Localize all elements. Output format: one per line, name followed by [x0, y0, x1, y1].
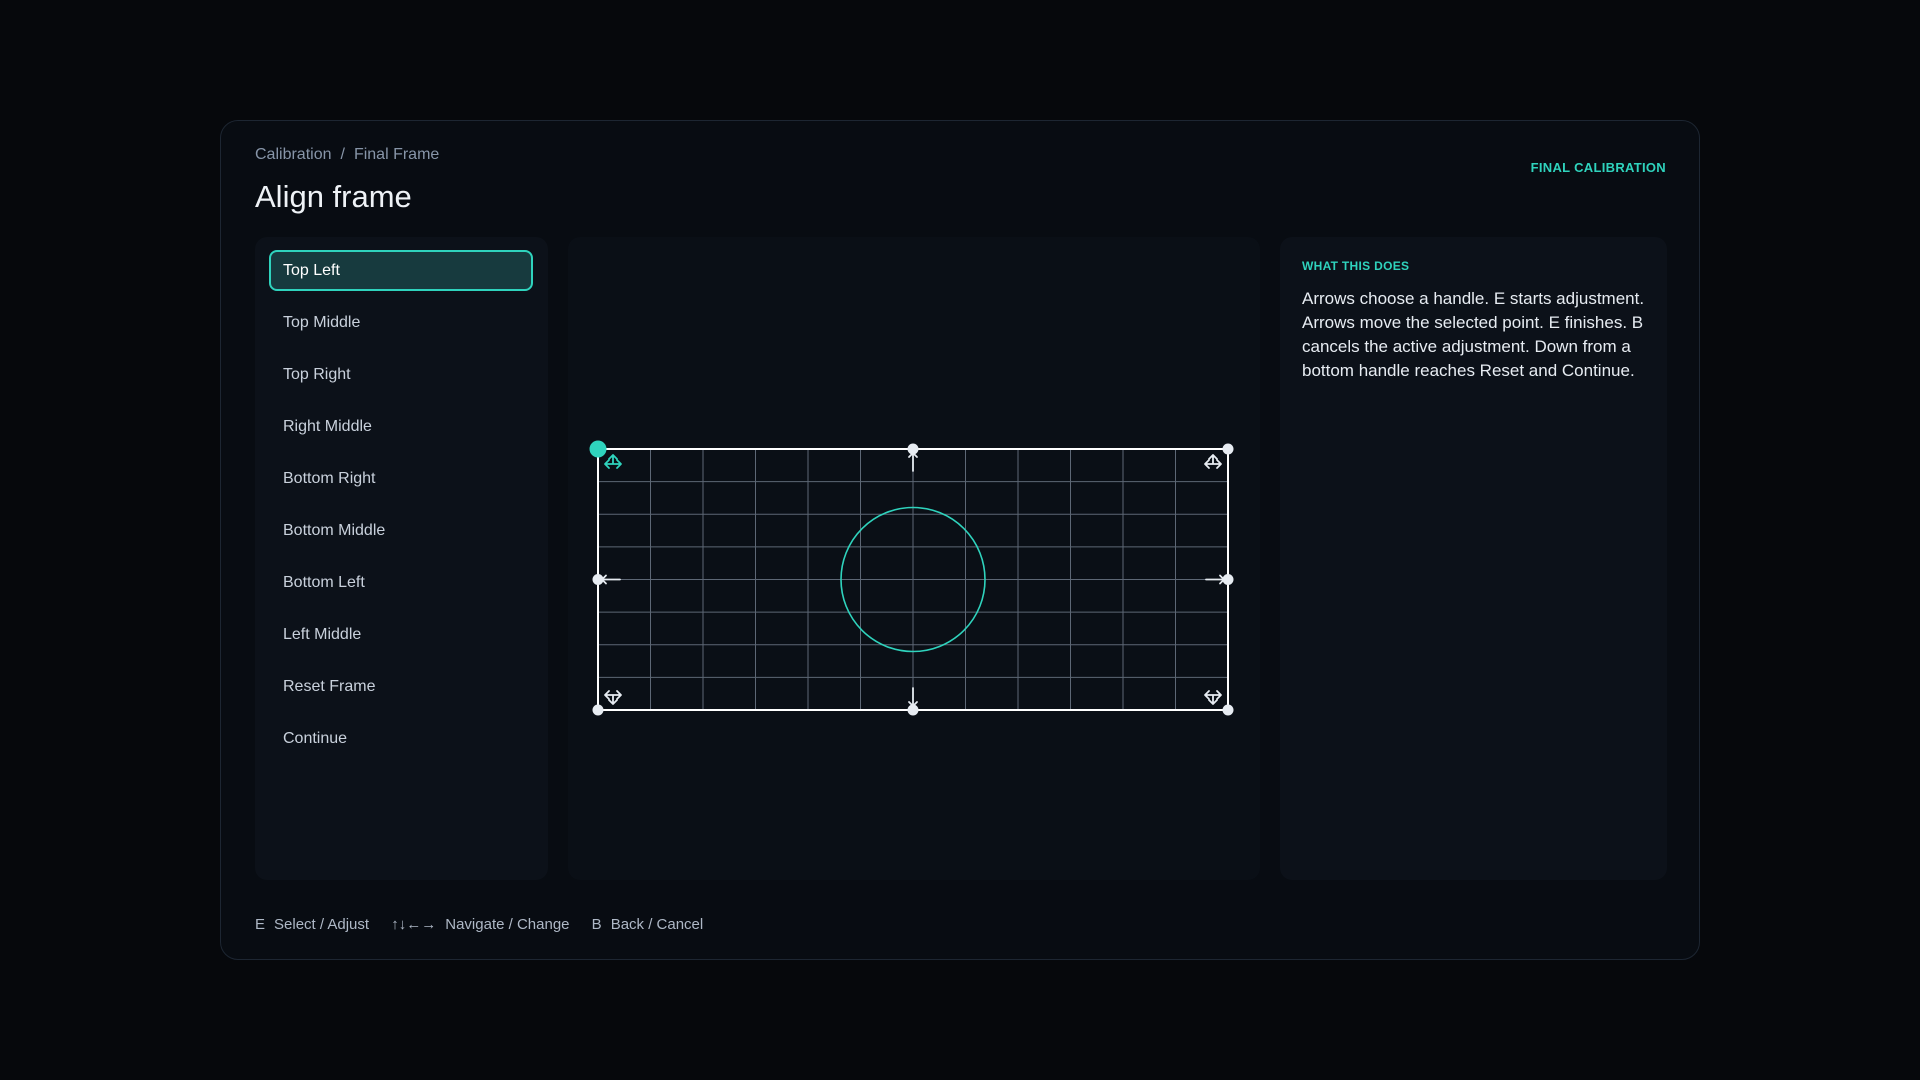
menu-item-bottom-left[interactable]: Bottom Left — [269, 562, 533, 603]
hint-label-select: Select / Adjust — [274, 916, 370, 933]
hint-navigate: ↑↓←→ Navigate / Change — [391, 916, 569, 933]
menu-item-continue[interactable]: Continue — [269, 718, 533, 759]
status-tag: FINAL CALIBRATION — [1530, 160, 1666, 175]
breadcrumb-current: Final Frame — [353, 146, 440, 163]
breadcrumb-separator: / — [340, 146, 345, 163]
move-cross-icon — [604, 454, 622, 469]
hint-select: E Select / Adjust — [255, 916, 369, 933]
hint-label-navigate: Navigate / Change — [445, 916, 570, 933]
move-cross-icon — [604, 690, 622, 705]
arrow-left-icon — [601, 574, 621, 585]
info-heading: WHAT THIS DOES — [1302, 259, 1410, 273]
info-panel: WHAT THIS DOES Arrows choose a handle. E… — [1280, 237, 1667, 880]
hint-key-e: E — [255, 916, 266, 933]
handle-menu: Top Left Top Middle Top Right Right Midd… — [255, 237, 548, 880]
arrow-right-icon — [1205, 574, 1225, 585]
move-cross-icon — [1204, 690, 1222, 705]
menu-item-reset-frame[interactable]: Reset Frame — [269, 666, 533, 707]
handle-bottom-right[interactable] — [1222, 704, 1234, 716]
handle-dot-top-left — [589, 440, 607, 458]
hint-key-b: B — [591, 916, 602, 933]
info-body: Arrows choose a handle. E starts adjustm… — [1302, 289, 1645, 380]
calibration-panel: Calibration / Final Frame Align frame FINA… — [220, 120, 1700, 960]
frame-preview — [568, 237, 1260, 880]
menu-item-bottom-middle[interactable]: Bottom Middle — [269, 510, 533, 551]
arrow-down-icon — [908, 687, 918, 707]
move-cross-icon — [1204, 454, 1222, 469]
handle-dot-bottom-left — [592, 704, 604, 716]
arrow-up-icon — [908, 452, 918, 472]
hint-back: B Back / Cancel — [592, 916, 704, 933]
handle-dot-top-right — [1222, 443, 1234, 455]
menu-item-top-right[interactable]: Top Right — [269, 354, 533, 395]
breadcrumb-parent[interactable]: Calibration — [255, 146, 331, 163]
hint-label-back: Back / Cancel — [610, 916, 704, 933]
menu-item-right-middle[interactable]: Right Middle — [269, 406, 533, 447]
page-title: Align frame — [255, 179, 412, 214]
menu-item-left-middle[interactable]: Left Middle — [269, 614, 533, 655]
handle-top-right[interactable] — [1222, 443, 1234, 455]
control-hints: E Select / Adjust ↑↓←→ Navigate / Change B… — [255, 916, 721, 933]
hint-key-arrows: ↑↓←→ — [391, 916, 437, 933]
handle-top-left[interactable] — [589, 440, 607, 458]
breadcrumb: Calibration / Final Frame — [255, 146, 439, 164]
handle-dot-bottom-right — [1222, 704, 1234, 716]
handle-bottom-left[interactable] — [592, 704, 604, 716]
frame-preview-svg — [589, 440, 1234, 716]
menu-item-top-left[interactable]: Top Left — [269, 250, 533, 291]
menu-item-bottom-right[interactable]: Bottom Right — [269, 458, 533, 499]
menu-item-top-middle[interactable]: Top Middle — [269, 302, 533, 343]
